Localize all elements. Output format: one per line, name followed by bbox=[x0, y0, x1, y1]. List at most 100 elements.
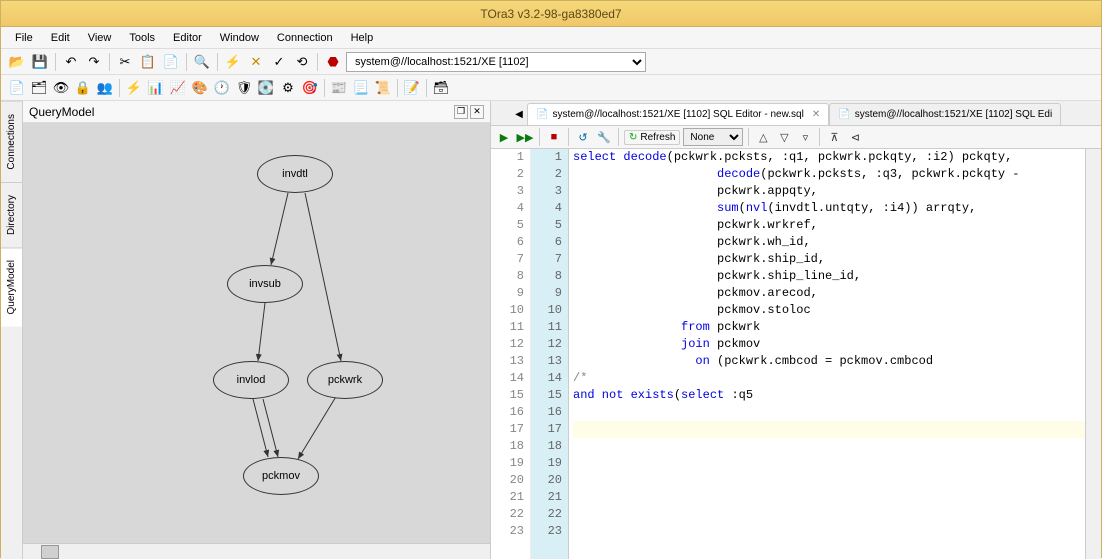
file-icon: 📄 bbox=[536, 109, 548, 120]
stats-icon[interactable]: 📈 bbox=[168, 78, 188, 98]
first-icon[interactable]: ⊼ bbox=[825, 128, 843, 146]
editor-panel: ◀ 📄system@//localhost:1521/XE [1102] SQL… bbox=[491, 101, 1101, 559]
run-icon[interactable]: ▶ bbox=[495, 128, 513, 146]
refresh-interval-combo[interactable]: None bbox=[683, 128, 743, 146]
sidetab-directory[interactable]: Directory bbox=[1, 182, 22, 247]
code-area[interactable]: select decode(pckwrk.pcksts, :q1, pckwrk… bbox=[569, 149, 1085, 559]
toolbar-separator bbox=[119, 79, 120, 97]
menu-file[interactable]: File bbox=[7, 30, 41, 46]
output-icon[interactable]: 📰 bbox=[329, 78, 349, 98]
toolbar-separator bbox=[55, 53, 56, 71]
cut-icon[interactable]: ✂ bbox=[115, 52, 135, 72]
unit-icon[interactable]: 🗃 bbox=[431, 78, 451, 98]
tab-sql-editor-2[interactable]: 📄system@//localhost:1521/XE [1102] SQL E… bbox=[829, 103, 1061, 125]
gear-icon[interactable]: ⚙ bbox=[278, 78, 298, 98]
execute-icon[interactable]: ⚡ bbox=[124, 78, 144, 98]
target-icon[interactable]: 🎯 bbox=[300, 78, 320, 98]
redo-icon[interactable]: ↷ bbox=[84, 52, 104, 72]
menu-bar: File Edit View Tools Editor Window Conne… bbox=[1, 27, 1101, 49]
stop-icon[interactable]: ■ bbox=[545, 128, 563, 146]
stop-icon[interactable]: ⬣ bbox=[323, 52, 343, 72]
close-icon[interactable]: ✕ bbox=[812, 109, 820, 120]
paste-icon[interactable]: 📄 bbox=[161, 52, 181, 72]
node-pckwrk[interactable]: pckwrk bbox=[307, 361, 383, 399]
save-icon[interactable]: 💾 bbox=[30, 52, 50, 72]
connection-combo[interactable]: system@//localhost:1521/XE [1102] bbox=[346, 52, 646, 72]
menu-edit[interactable]: Edit bbox=[43, 30, 78, 46]
chart-icon[interactable]: 📊 bbox=[146, 78, 166, 98]
toolbar-separator bbox=[397, 79, 398, 97]
line-gutter-1: 1234567891011121314151617181920212223 bbox=[491, 149, 531, 559]
refresh-button[interactable]: ↻Refresh bbox=[624, 130, 680, 145]
horizontal-scrollbar[interactable] bbox=[23, 543, 490, 559]
toolbar-separator bbox=[426, 79, 427, 97]
editor-toolbar: ▶ ▶▶ ■ ↺ 🔧 ↻Refresh None △ ▽ ▿ ⊼ ⊲ bbox=[491, 125, 1101, 149]
node-pckmov[interactable]: pckmov bbox=[243, 457, 319, 495]
worksheet-icon[interactable]: 👁 bbox=[51, 78, 71, 98]
menu-editor[interactable]: Editor bbox=[165, 30, 210, 46]
sql-editor-icon[interactable]: 📄 bbox=[7, 78, 27, 98]
reread-icon[interactable]: ↺ bbox=[574, 128, 592, 146]
file-icon: 📄 bbox=[838, 109, 850, 120]
describe-icon[interactable]: 🔧 bbox=[595, 128, 613, 146]
side-tabs: Connections Directory QueryModel bbox=[1, 101, 23, 559]
query-diagram[interactable]: invdtl invsub invlod pckwrk pckmov bbox=[23, 123, 490, 543]
search-icon[interactable]: 🔍 bbox=[192, 52, 212, 72]
prev-icon[interactable]: ▽ bbox=[775, 128, 793, 146]
sidetab-querymodel[interactable]: QueryModel bbox=[1, 247, 22, 326]
run-step-icon[interactable]: ▶▶ bbox=[516, 128, 534, 146]
storage-icon[interactable]: 💽 bbox=[256, 78, 276, 98]
commit-icon[interactable]: ✓ bbox=[269, 52, 289, 72]
tab-prev-icon[interactable]: ◀ bbox=[511, 103, 527, 125]
line-gutter-2: 1234567891011121314151617181920212223 bbox=[531, 149, 569, 559]
toolbar-separator bbox=[186, 53, 187, 71]
vertical-scrollbar[interactable] bbox=[1085, 149, 1101, 559]
toolbar-separator bbox=[109, 53, 110, 71]
copy-icon[interactable]: 📋 bbox=[138, 52, 158, 72]
toolbar-separator bbox=[317, 53, 318, 71]
sidetab-connections[interactable]: Connections bbox=[1, 101, 22, 182]
querymodel-panel: QueryModel ❐ ✕ invdtl invsub invlod pckw… bbox=[23, 101, 491, 559]
toolbar-separator bbox=[618, 128, 619, 146]
toolbar-separator bbox=[568, 128, 569, 146]
security-icon[interactable]: 🛡 bbox=[234, 78, 254, 98]
clock-icon[interactable]: 🕐 bbox=[212, 78, 232, 98]
node-invsub[interactable]: invsub bbox=[227, 265, 303, 303]
bookmark-icon[interactable]: ▿ bbox=[796, 128, 814, 146]
main-toolbar: 📂 💾 ↶ ↷ ✂ 📋 📄 🔍 ⚡ ✕ ✓ ⟲ ⬣ system@//local… bbox=[1, 49, 1101, 75]
panel-float-icon[interactable]: ❐ bbox=[454, 105, 468, 119]
panel-close-icon[interactable]: ✕ bbox=[470, 105, 484, 119]
rollback-icon[interactable]: ⟲ bbox=[292, 52, 312, 72]
case-icon[interactable]: △ bbox=[754, 128, 772, 146]
menu-connection[interactable]: Connection bbox=[269, 30, 341, 46]
code-editor[interactable]: 1234567891011121314151617181920212223 12… bbox=[491, 149, 1101, 559]
connect-icon[interactable]: ⚡ bbox=[223, 52, 243, 72]
menu-view[interactable]: View bbox=[80, 30, 120, 46]
tuning-icon[interactable]: 🎨 bbox=[190, 78, 210, 98]
schema-browser-icon[interactable]: 🗂 bbox=[29, 78, 49, 98]
tab-sql-editor-1[interactable]: 📄system@//localhost:1521/XE [1102] SQL E… bbox=[527, 103, 829, 125]
editor-tab-bar: ◀ 📄system@//localhost:1521/XE [1102] SQL… bbox=[491, 101, 1101, 125]
extract-icon[interactable]: 📜 bbox=[373, 78, 393, 98]
disconnect-icon[interactable]: ✕ bbox=[246, 52, 266, 72]
menu-window[interactable]: Window bbox=[212, 30, 267, 46]
toolbar-separator bbox=[819, 128, 820, 146]
script-icon[interactable]: 📝 bbox=[402, 78, 422, 98]
panel-title: QueryModel bbox=[29, 105, 94, 119]
toolbar-separator bbox=[324, 79, 325, 97]
title-bar: TOra3 v3.2-98-ga8380ed7 bbox=[1, 1, 1101, 27]
menu-tools[interactable]: Tools bbox=[121, 30, 163, 46]
lock-icon[interactable]: 🔒 bbox=[73, 78, 93, 98]
panel-header: QueryModel ❐ ✕ bbox=[23, 101, 490, 123]
node-invdtl[interactable]: invdtl bbox=[257, 155, 333, 193]
scrollbar-thumb[interactable] bbox=[41, 545, 59, 559]
open-icon[interactable]: 📂 bbox=[7, 52, 27, 72]
last-icon[interactable]: ⊲ bbox=[846, 128, 864, 146]
toolbar-separator bbox=[539, 128, 540, 146]
session-icon[interactable]: 👥 bbox=[95, 78, 115, 98]
invalid-icon[interactable]: 📃 bbox=[351, 78, 371, 98]
undo-icon[interactable]: ↶ bbox=[61, 52, 81, 72]
toolbar-separator bbox=[748, 128, 749, 146]
node-invlod[interactable]: invlod bbox=[213, 361, 289, 399]
menu-help[interactable]: Help bbox=[343, 30, 382, 46]
